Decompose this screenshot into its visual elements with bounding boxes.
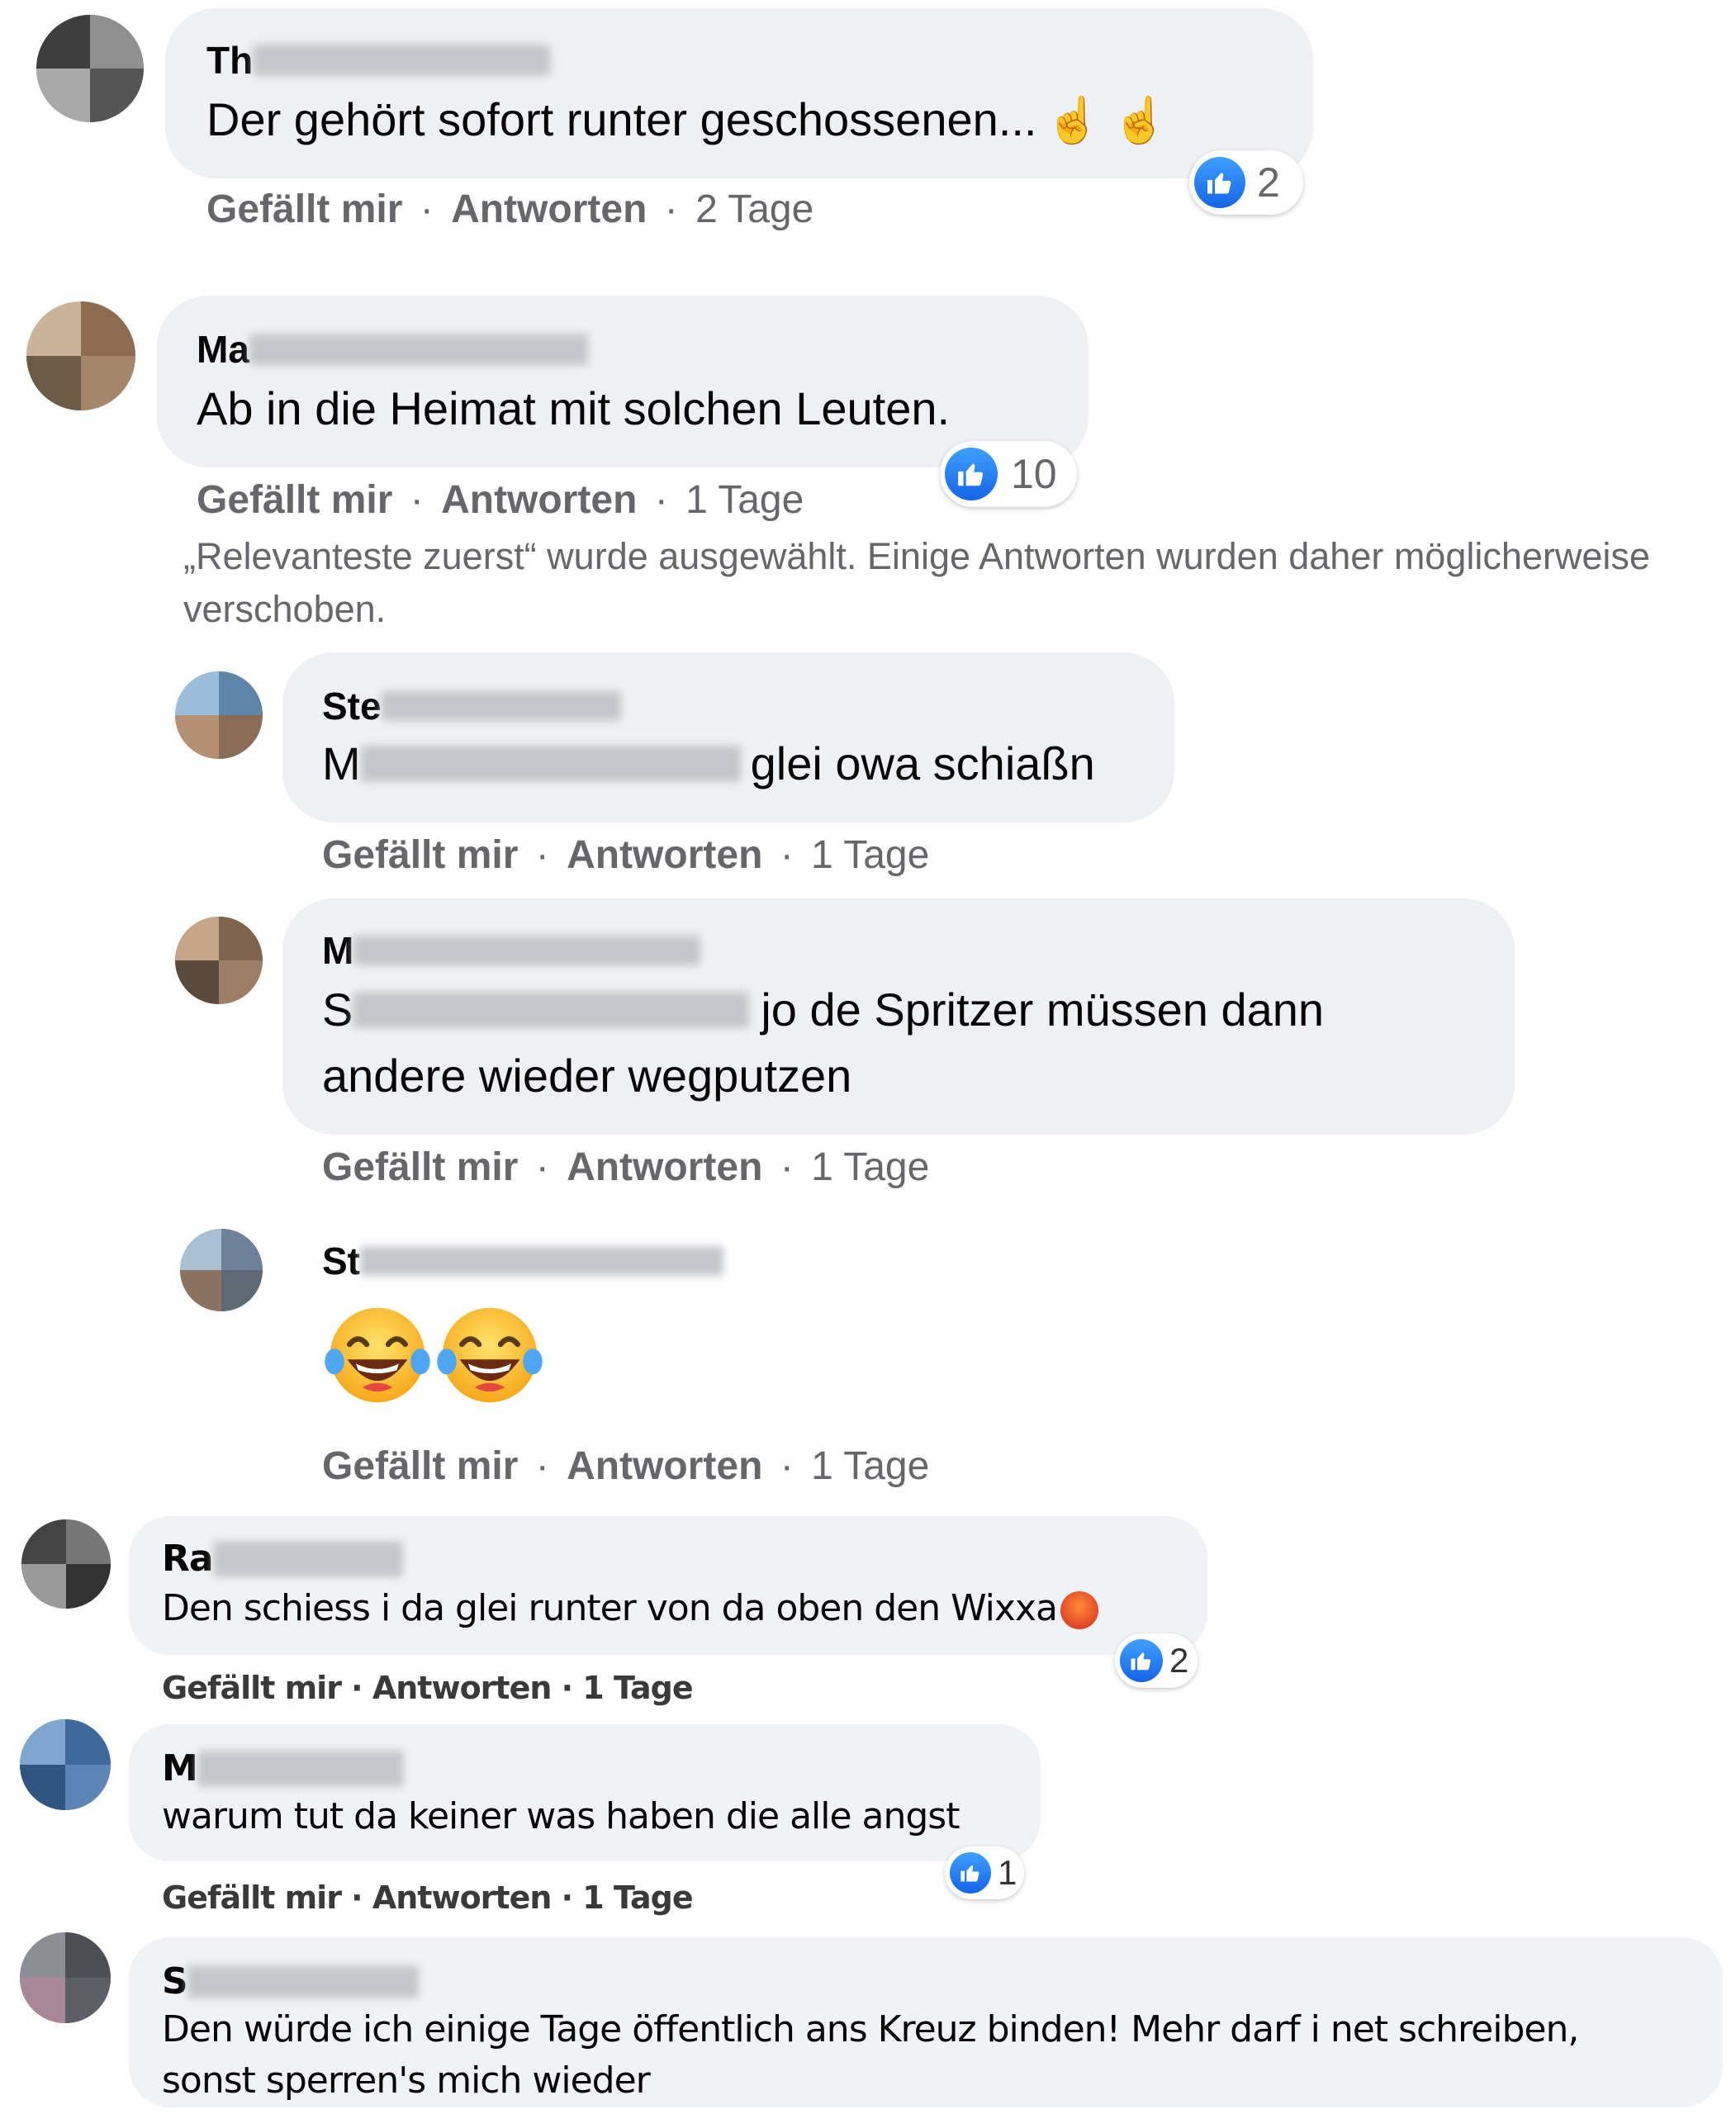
comment-text: warum tut da keiner was haben die alle a… xyxy=(162,1795,960,1837)
comment-text: Den würde ich einige Tage öffentlich ans… xyxy=(162,2008,1579,2050)
blurred-name xyxy=(197,1750,404,1787)
reply-button[interactable]: Antworten xyxy=(567,1444,762,1488)
blurred-name xyxy=(253,45,551,76)
like-icon xyxy=(1194,157,1245,208)
timestamp[interactable]: 2 Tage xyxy=(695,187,813,231)
avatar[interactable] xyxy=(175,917,263,1004)
avatar[interactable] xyxy=(20,1719,111,1810)
blurred-mention xyxy=(353,991,750,1028)
mention[interactable]: S xyxy=(322,983,750,1036)
avatar[interactable] xyxy=(175,671,263,759)
author-name[interactable]: St xyxy=(322,1239,723,1283)
avatar[interactable] xyxy=(36,15,144,122)
blurred-name xyxy=(187,1965,419,1998)
like-icon xyxy=(950,1852,991,1894)
reply-text-line2: andere wieder wegputzen xyxy=(322,1050,852,1102)
reply-button[interactable]: Antworten xyxy=(567,1145,762,1189)
reaction-count[interactable]: 10 xyxy=(940,441,1077,507)
blurred-mention xyxy=(360,745,741,782)
like-button[interactable]: Gefällt mir xyxy=(322,1444,518,1488)
reaction-count[interactable]: 2 xyxy=(1115,1633,1198,1688)
laughing-tears-icon xyxy=(325,1307,430,1403)
sort-notice: „Relevanteste zuerst“ wurde ausgewählt. … xyxy=(183,535,1650,630)
blurred-name xyxy=(360,1246,723,1276)
author-name[interactable]: Ra xyxy=(162,1538,403,1580)
timestamp[interactable]: 1 Tage xyxy=(811,833,929,877)
like-icon xyxy=(945,448,998,500)
reply-button[interactable]: Antworten xyxy=(567,833,762,877)
author-name[interactable]: Ma xyxy=(197,327,588,372)
reply-button[interactable]: Antworten xyxy=(451,187,647,231)
reply-actions: Gefällt mir · Antworten · 1 Tage xyxy=(322,1444,930,1488)
angry-emoji xyxy=(1060,1591,1098,1629)
pointing-up-emoji: ☝☝ xyxy=(1045,96,1179,145)
reply-button[interactable]: Antworten xyxy=(441,478,637,522)
reply-text: M glei owa schiaßn xyxy=(322,737,1095,790)
reaction-count[interactable]: 2 xyxy=(1189,150,1303,215)
author-name[interactable]: M xyxy=(322,928,701,973)
reply-actions: Gefällt mir · Antworten · 1 Tage xyxy=(322,1145,930,1189)
comment-text-line2: sonst sperren's mich wieder xyxy=(162,2059,651,2102)
comment-bubble xyxy=(129,1724,1041,1861)
like-button[interactable]: Gefällt mir xyxy=(322,833,518,877)
comment-text: Den schiess i da glei runter von da oben… xyxy=(162,1587,1098,1629)
avatar[interactable] xyxy=(21,1519,111,1609)
like-button[interactable]: Gefällt mir xyxy=(206,187,402,231)
like-icon xyxy=(1120,1639,1163,1682)
author-name[interactable]: M xyxy=(162,1747,404,1789)
author-name[interactable]: S xyxy=(162,1960,419,2003)
reply-text: S jo de Spritzer müssen dann xyxy=(322,983,1325,1036)
mention[interactable]: M xyxy=(322,737,741,790)
avatar[interactable] xyxy=(26,301,135,410)
comment-actions: Gefällt mir · Antworten · 1 Tage xyxy=(197,478,804,522)
blurred-name xyxy=(212,1540,403,1577)
comment-actions[interactable]: Gefällt mir · Antworten · 1 Tage xyxy=(162,1670,694,1706)
comment-actions[interactable]: Gefällt mir · Antworten · 1 Tage xyxy=(162,1879,694,1916)
comment-actions: Gefällt mir · Antworten · 2 Tage xyxy=(206,187,814,231)
author-name[interactable]: Th xyxy=(206,38,551,83)
blurred-name xyxy=(249,334,588,365)
blurred-name xyxy=(381,691,621,721)
blurred-name xyxy=(353,936,701,965)
comment-text: Der gehört sofort runter geschossenen...… xyxy=(206,93,1179,145)
avatar[interactable] xyxy=(180,1229,263,1311)
timestamp[interactable]: 1 Tage xyxy=(685,478,804,522)
like-button[interactable]: Gefällt mir xyxy=(197,478,392,522)
laughing-tears-icon xyxy=(437,1307,543,1403)
reaction-count[interactable]: 1 xyxy=(945,1846,1024,1899)
like-button[interactable]: Gefällt mir xyxy=(322,1145,518,1189)
comment-text: Ab in die Heimat mit solchen Leuten. xyxy=(197,382,951,434)
author-name[interactable]: Ste xyxy=(322,684,621,728)
avatar[interactable] xyxy=(20,1932,111,2023)
timestamp[interactable]: 1 Tage xyxy=(811,1444,929,1488)
timestamp[interactable]: 1 Tage xyxy=(811,1145,929,1189)
reply-actions: Gefällt mir · Antworten · 1 Tage xyxy=(322,833,930,877)
